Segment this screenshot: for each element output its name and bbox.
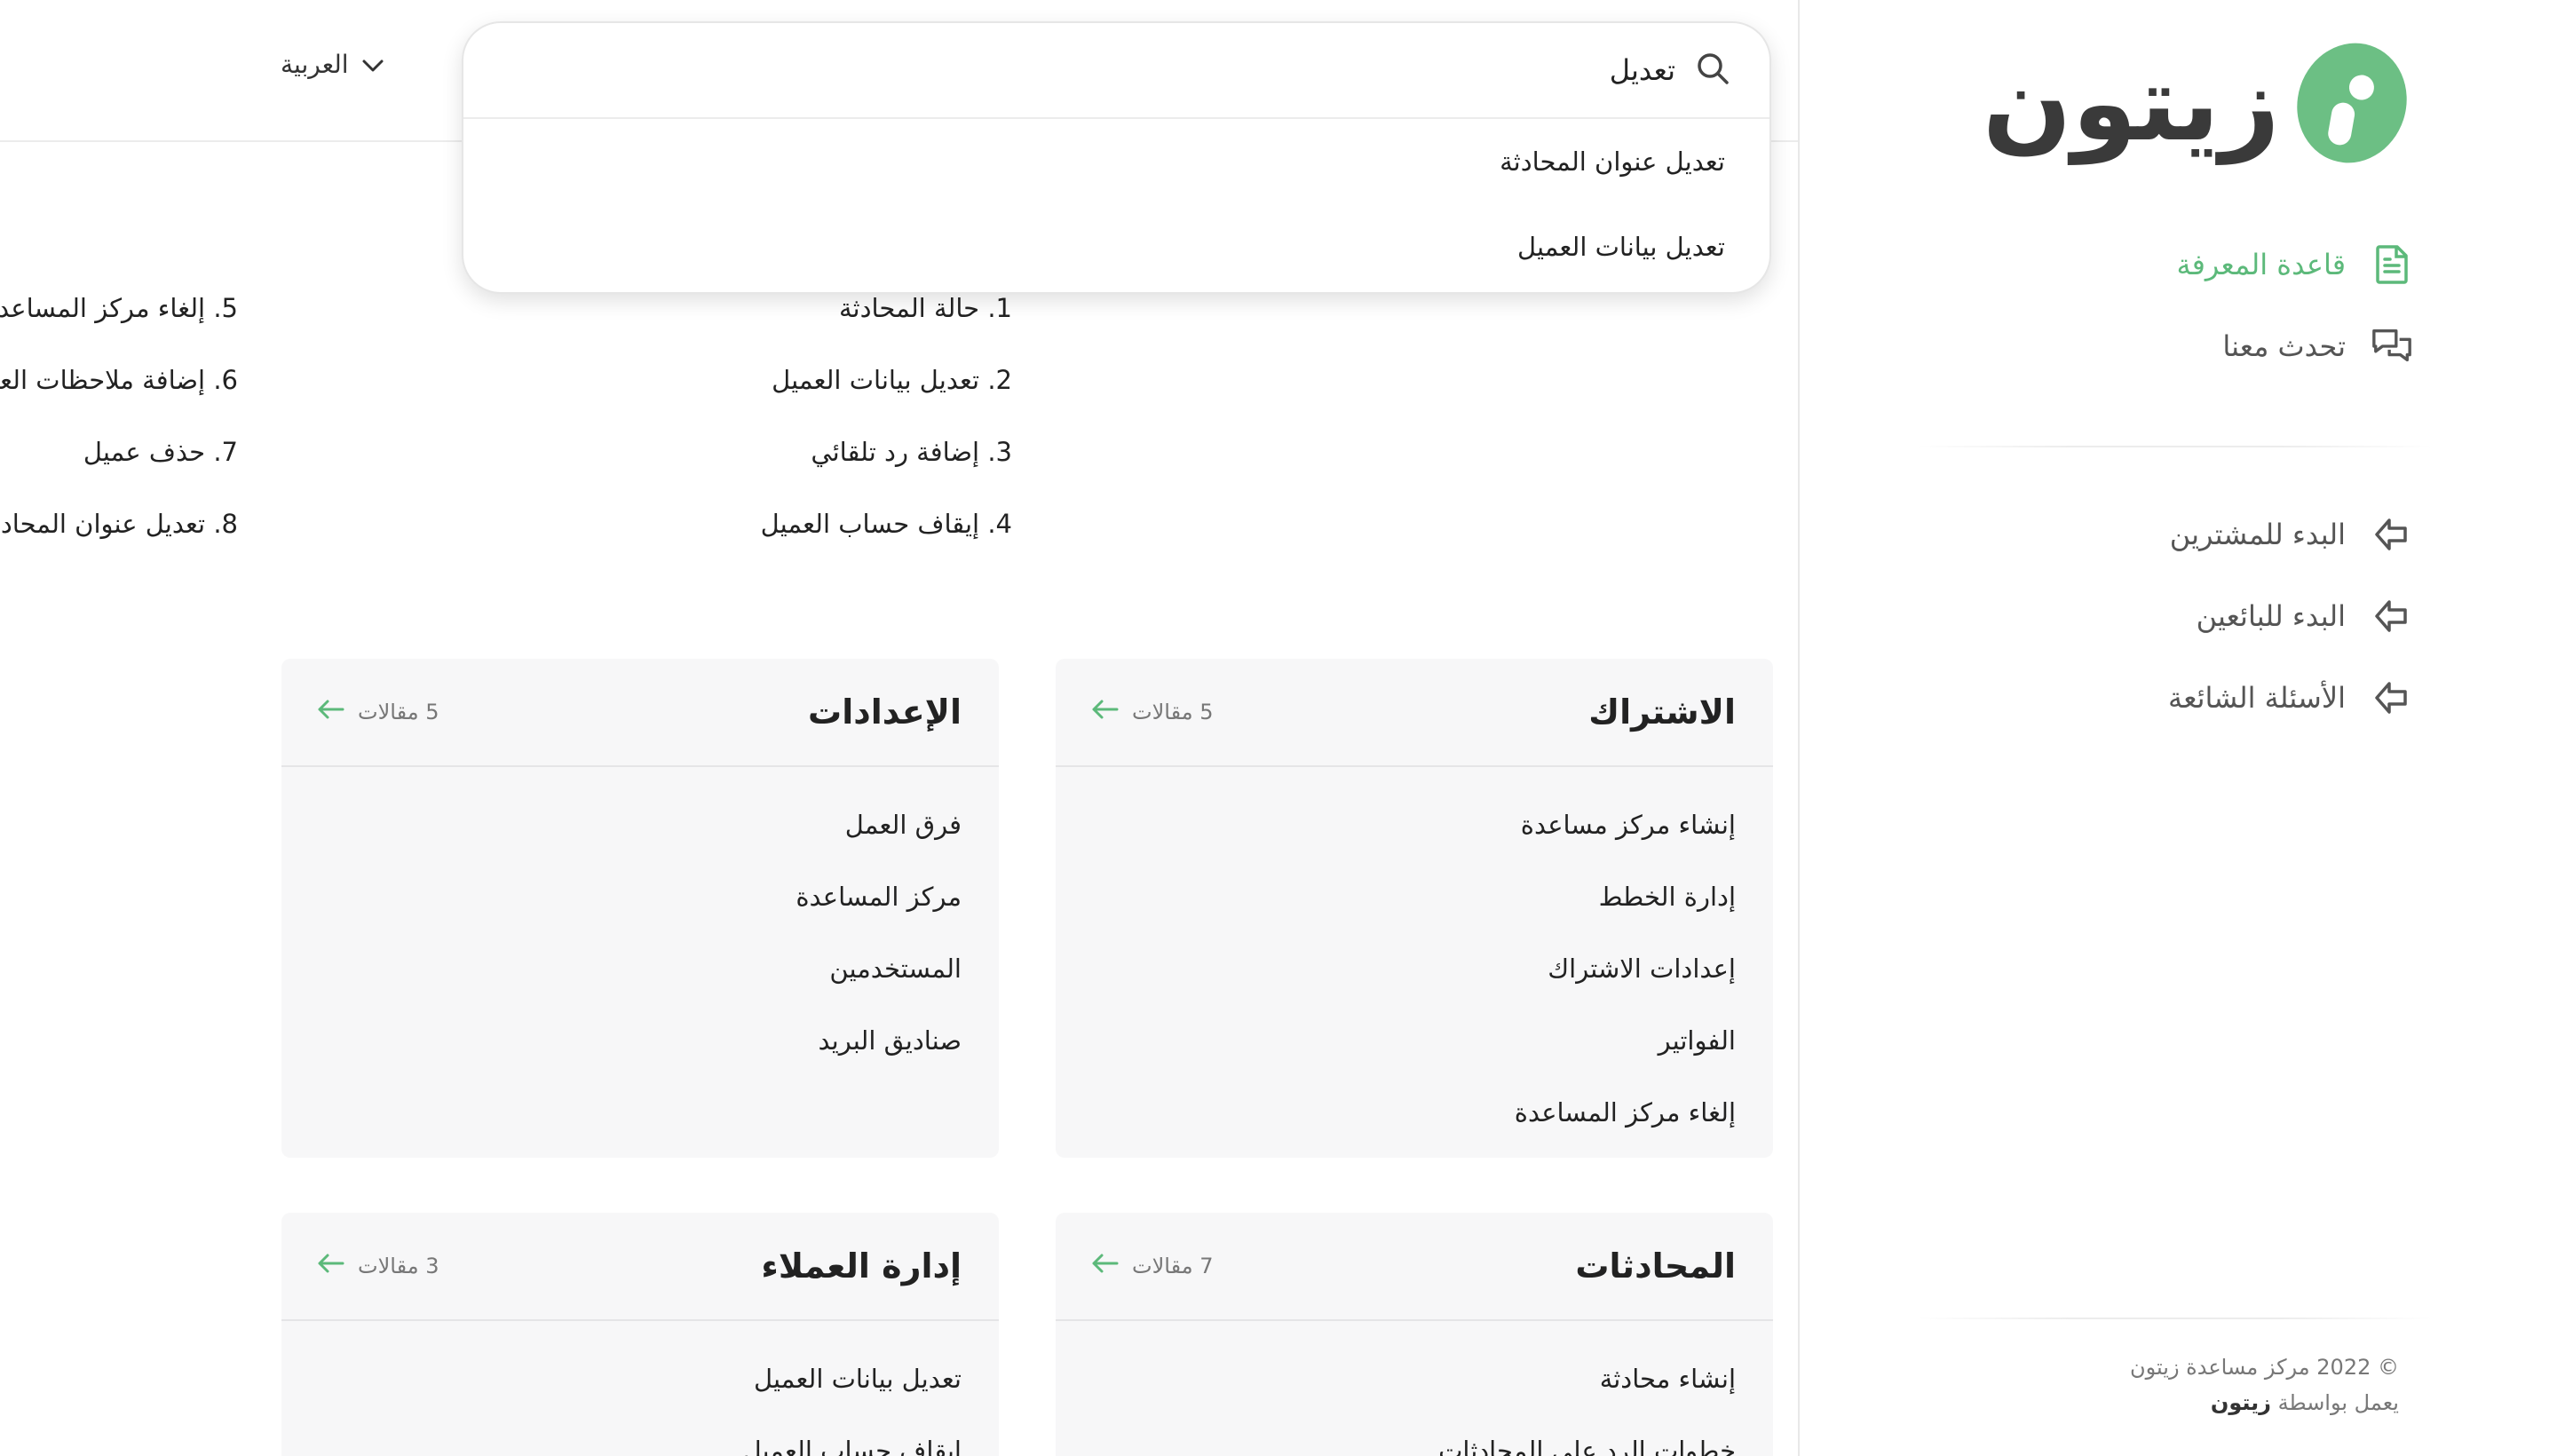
powered-by[interactable]: يعمل بواسطة زيتون — [2130, 1385, 2399, 1420]
card-links: فرق العمل مركز المساعدة المستخدمين صنادي… — [281, 767, 999, 1076]
article-link[interactable]: المستخدمين — [317, 932, 962, 1004]
card-header: الإعدادات 5 مقالات — [281, 659, 999, 767]
powered-by-brand: زيتون — [2210, 1390, 2271, 1415]
search-dropdown: تعديل عنوان المحادثة تعديل بيانات العميل — [462, 21, 1771, 294]
logo-text: زيتون — [1982, 42, 2282, 164]
card-header: الاشتراك 5 مقالات — [1056, 659, 1773, 767]
sidebar: زيتون قاعدة المعرفة تحدث معنا البدء للمش… — [1798, 0, 2557, 1456]
category-card-subscription: الاشتراك 5 مقالات إنشاء مركز مساعدة إدار… — [1056, 659, 1773, 1158]
article-link[interactable]: صناديق البريد — [317, 1004, 962, 1076]
popular-article-link[interactable]: 2. تعديل بيانات العميل — [772, 365, 1012, 395]
sidebar-item-knowledge-base[interactable]: قاعدة المعرفة — [1798, 236, 2557, 293]
sidebar-item-label: تحدث معنا — [2222, 329, 2346, 363]
sidebar-item-label: قاعدة المعرفة — [2176, 248, 2346, 281]
article-link[interactable]: إلغاء مركز المساعدة — [1091, 1076, 1736, 1148]
category-card-conversations: المحادثات 7 مقالات إنشاء محادثة خطوات ال… — [1056, 1213, 1773, 1456]
arrow-left-icon — [317, 1253, 345, 1279]
article-link[interactable]: إيقاف حساب العميل — [317, 1414, 962, 1456]
article-link[interactable]: تعديل بيانات العميل — [317, 1342, 962, 1414]
copyright-text: © 2022 مركز مساعدة زيتون — [2130, 1355, 2399, 1380]
document-icon — [2371, 243, 2413, 286]
article-count-label: 5 مقالات — [358, 700, 439, 724]
arrow-left-icon — [2371, 595, 2413, 637]
language-label: العربية — [281, 50, 349, 79]
arrow-left-icon — [2371, 513, 2413, 556]
powered-by-prefix: يعمل بواسطة — [2277, 1390, 2399, 1415]
sidebar-divider — [1918, 1318, 2433, 1319]
search-bar[interactable] — [463, 23, 1769, 119]
card-links: إنشاء محادثة خطوات الرد على المحادثات — [1056, 1321, 1773, 1456]
help-center-page: زيتون قاعدة المعرفة تحدث معنا البدء للمش… — [0, 0, 2557, 1456]
arrow-left-icon — [2371, 677, 2413, 719]
article-count-label: 7 مقالات — [1132, 1254, 1214, 1278]
brand-logo[interactable]: زيتون — [1982, 28, 2423, 178]
article-link[interactable]: الفواتير — [1091, 1004, 1736, 1076]
article-count-label: 3 مقالات — [358, 1254, 439, 1278]
logo-mark-icon — [2281, 28, 2423, 178]
sidebar-footer: © 2022 مركز مساعدة زيتون يعمل بواسطة زيت… — [2130, 1349, 2399, 1420]
popular-article-link[interactable]: 1. حالة المحادثة — [839, 293, 1012, 323]
card-title[interactable]: إدارة العملاء — [761, 1246, 962, 1286]
sidebar-item-label: البدء للبائعين — [2196, 599, 2346, 633]
chevron-down-icon — [361, 50, 384, 79]
language-selector[interactable]: العربية — [281, 50, 384, 79]
sidebar-item-buyers-guide[interactable]: البدء للمشترين — [1798, 506, 2557, 563]
sidebar-item-label: البدء للمشترين — [2169, 518, 2346, 551]
sidebar-item-chat[interactable]: تحدث معنا — [1798, 318, 2557, 375]
card-article-count[interactable]: 7 مقالات — [1091, 1253, 1214, 1279]
card-article-count[interactable]: 5 مقالات — [317, 699, 439, 725]
sidebar-item-faq[interactable]: الأسئلة الشائعة — [1798, 669, 2557, 726]
article-link[interactable]: فرق العمل — [317, 788, 962, 860]
arrow-left-icon — [1091, 699, 1120, 725]
sidebar-item-sellers-guide[interactable]: البدء للبائعين — [1798, 588, 2557, 645]
sidebar-item-label: الأسئلة الشائعة — [2168, 681, 2346, 715]
card-title[interactable]: الإعدادات — [808, 692, 962, 732]
search-icon[interactable] — [1695, 51, 1730, 90]
popular-article-link[interactable]: 5. إلغاء مركز المساعدة — [0, 293, 238, 323]
category-card-settings: الإعدادات 5 مقالات فرق العمل مركز المساع… — [281, 659, 999, 1158]
popular-article-link[interactable]: 8. تعديل عنوان المحادثة — [0, 509, 238, 539]
search-input[interactable] — [610, 53, 1675, 87]
arrow-left-icon — [1091, 1253, 1120, 1279]
card-links: تعديل بيانات العميل إيقاف حساب العميل — [281, 1321, 999, 1456]
article-link[interactable]: إنشاء محادثة — [1091, 1342, 1736, 1414]
popular-article-link[interactable]: 7. حذف عميل — [83, 437, 238, 467]
article-link[interactable]: خطوات الرد على المحادثات — [1091, 1414, 1736, 1456]
card-article-count[interactable]: 5 مقالات — [1091, 699, 1214, 725]
popular-article-link[interactable]: 6. إضافة ملاحظات العميل — [0, 365, 238, 395]
card-article-count[interactable]: 3 مقالات — [317, 1253, 439, 1279]
article-link[interactable]: إدارة الخطط — [1091, 860, 1736, 932]
card-title[interactable]: الاشتراك — [1588, 692, 1736, 732]
card-header: إدارة العملاء 3 مقالات — [281, 1213, 999, 1321]
article-count-label: 5 مقالات — [1132, 700, 1214, 724]
card-header: المحادثات 7 مقالات — [1056, 1213, 1773, 1321]
chat-icon — [2371, 325, 2413, 368]
card-title[interactable]: المحادثات — [1575, 1246, 1736, 1286]
sidebar-divider — [1918, 446, 2433, 447]
popular-article-link[interactable]: 3. إضافة رد تلقائي — [811, 437, 1012, 467]
search-suggestion[interactable]: تعديل عنوان المحادثة — [463, 119, 1769, 204]
arrow-left-icon — [317, 699, 345, 725]
card-links: إنشاء مركز مساعدة إدارة الخطط إعدادات ال… — [1056, 767, 1773, 1148]
search-suggestion[interactable]: تعديل بيانات العميل — [463, 204, 1769, 289]
category-card-customer-management: إدارة العملاء 3 مقالات تعديل بيانات العم… — [281, 1213, 999, 1456]
popular-article-link[interactable]: 4. إيقاف حساب العميل — [761, 509, 1012, 539]
article-link[interactable]: مركز المساعدة — [317, 860, 962, 932]
article-link[interactable]: إنشاء مركز مساعدة — [1091, 788, 1736, 860]
article-link[interactable]: إعدادات الاشتراك — [1091, 932, 1736, 1004]
